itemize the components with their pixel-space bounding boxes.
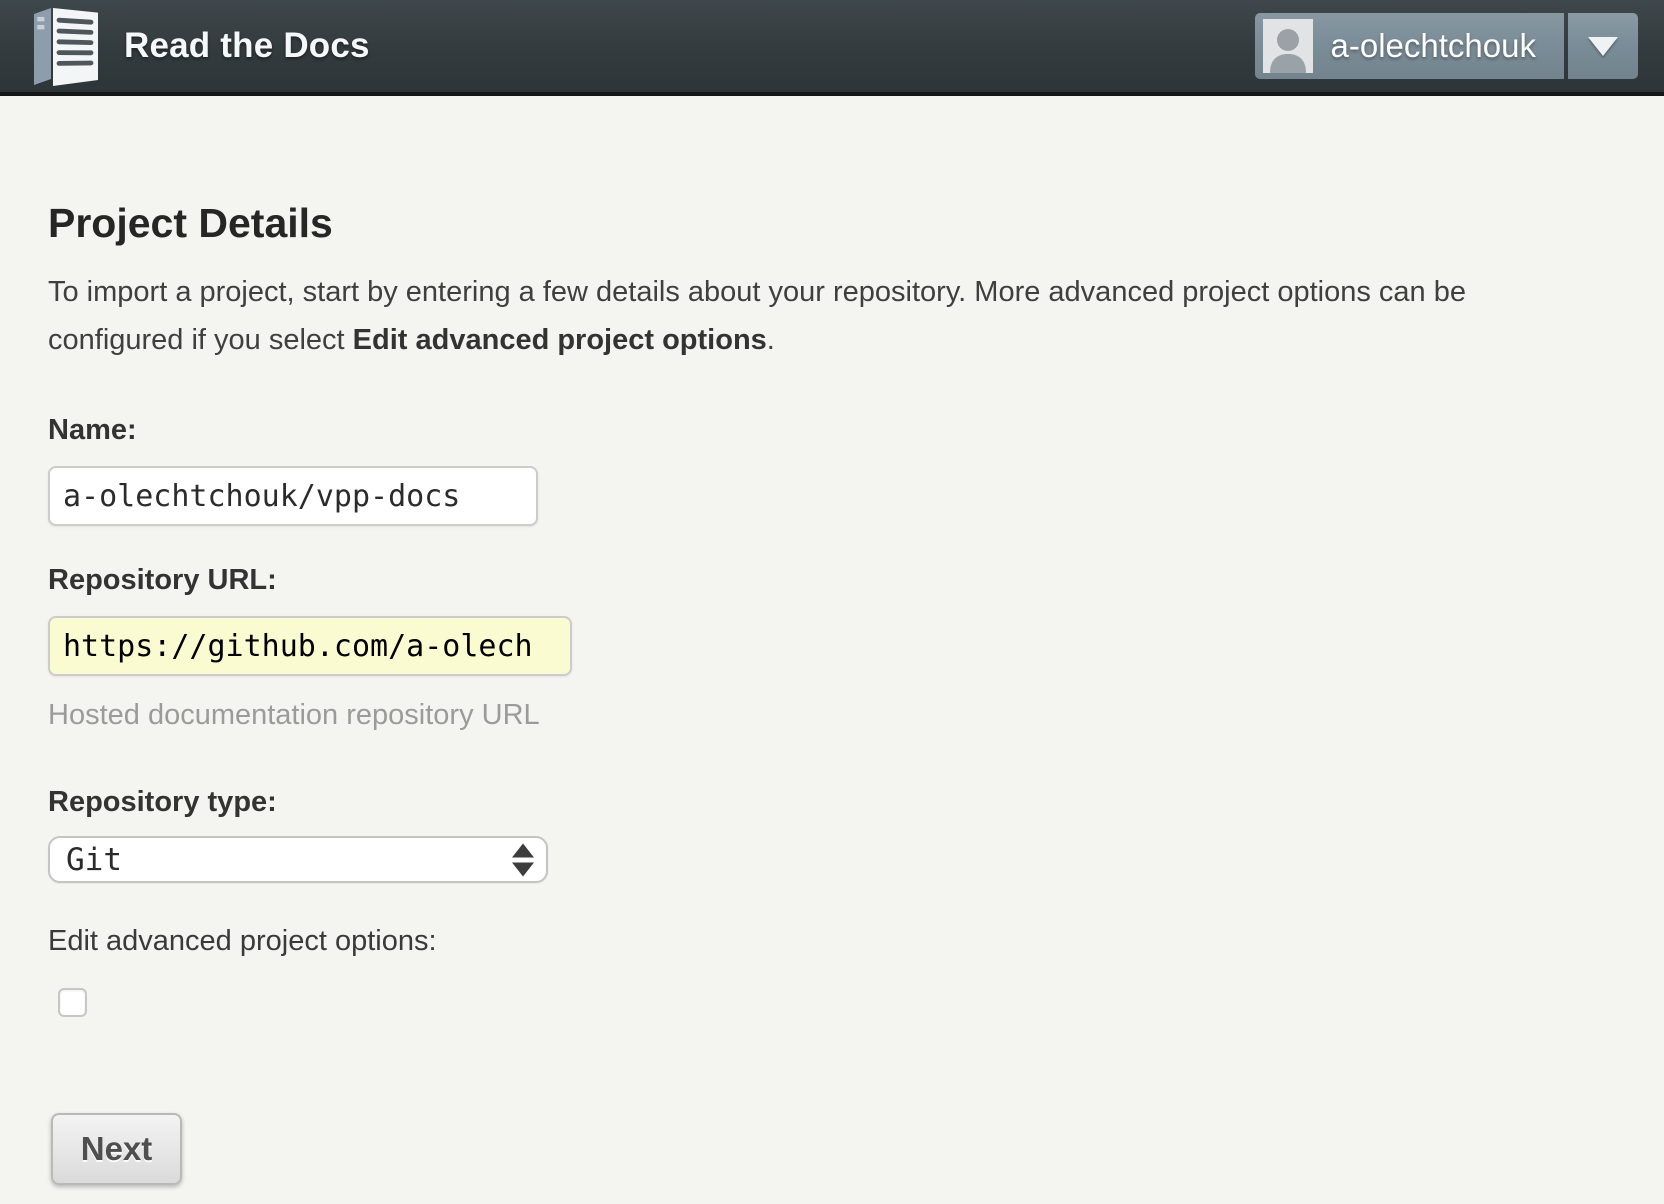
- repository-url-input[interactable]: [48, 616, 572, 676]
- import-project-form: Project Details To import a project, sta…: [0, 200, 1664, 1185]
- user-menu: a-olechtchouk: [1255, 13, 1638, 79]
- select-spinner-icon: [512, 843, 534, 876]
- read-the-docs-brand[interactable]: Read the Docs: [28, 5, 370, 87]
- intro-line-2-suffix: .: [767, 324, 775, 356]
- avatar: [1263, 19, 1313, 73]
- repository-type-select[interactable]: Git: [48, 836, 548, 883]
- brand-title: Read the Docs: [124, 26, 370, 66]
- intro-text: To import a project, start by entering a…: [48, 268, 1616, 364]
- advanced-options-label: Edit advanced project options:: [48, 925, 1616, 958]
- book-icon: [28, 5, 104, 87]
- arrow-up-icon: [512, 843, 534, 857]
- intro-bold-phrase: Edit advanced project options: [353, 324, 767, 356]
- name-input[interactable]: [48, 466, 538, 526]
- intro-line-2: configured if you select Edit advanced p…: [48, 316, 1616, 364]
- user-menu-button[interactable]: a-olechtchouk: [1255, 13, 1564, 79]
- repository-type-value: Git: [66, 842, 122, 878]
- next-button[interactable]: Next: [51, 1113, 182, 1185]
- intro-line-1: To import a project, start by entering a…: [48, 268, 1616, 316]
- user-dropdown-button[interactable]: [1568, 13, 1638, 79]
- advanced-options-checkbox[interactable]: [58, 988, 87, 1017]
- arrow-down-icon: [512, 862, 534, 876]
- top-navbar: Read the Docs a-olechtchouk: [0, 0, 1664, 96]
- repository-url-help: Hosted documentation repository URL: [48, 699, 1616, 732]
- name-label: Name:: [48, 414, 1616, 447]
- repository-type-label: Repository type:: [48, 786, 1616, 819]
- intro-line-2-prefix: configured if you select: [48, 324, 353, 356]
- username-label: a-olechtchouk: [1331, 27, 1536, 65]
- repository-url-label: Repository URL:: [48, 564, 1616, 597]
- page-title: Project Details: [48, 200, 1616, 247]
- chevron-down-icon: [1588, 37, 1618, 56]
